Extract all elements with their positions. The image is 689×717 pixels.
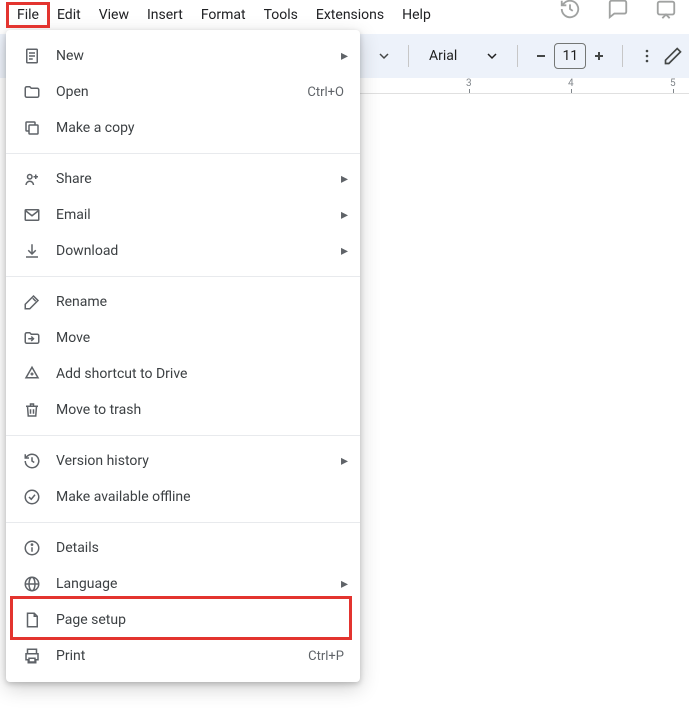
menu-label: Open (56, 84, 307, 100)
file-menu-dropdown: New ▸ Open Ctrl+O Make a copy Share ▸ Em… (6, 30, 360, 682)
menu-item-rename[interactable]: Rename (6, 284, 360, 320)
submenu-arrow-icon: ▸ (341, 576, 348, 592)
font-size-input[interactable]: 11 (554, 43, 586, 69)
menu-item-offline[interactable]: Make available offline (6, 479, 360, 515)
menu-divider (6, 522, 360, 523)
more-button[interactable] (633, 42, 661, 70)
menu-item-share[interactable]: Share ▸ (6, 161, 360, 197)
font-select[interactable]: Arial (419, 42, 507, 70)
menubar-format[interactable]: Format (192, 3, 255, 27)
menu-item-move[interactable]: Move (6, 320, 360, 356)
move-icon (22, 328, 42, 348)
comment-icon[interactable] (607, 0, 629, 20)
menu-item-print[interactable]: Print Ctrl+P (6, 638, 360, 674)
font-size-group: 11 (528, 43, 612, 69)
rename-icon (22, 292, 42, 312)
menu-label: Version history (56, 453, 344, 469)
chevron-down-icon[interactable] (370, 42, 398, 70)
submenu-arrow-icon: ▸ (341, 453, 348, 469)
folder-icon (22, 82, 42, 102)
menubar-view[interactable]: View (90, 3, 138, 27)
menu-divider (6, 153, 360, 154)
menu-label: Move to trash (56, 402, 344, 418)
menu-label: Download (56, 243, 344, 259)
print-icon (22, 646, 42, 666)
menu-divider (6, 276, 360, 277)
menu-label: Make a copy (56, 120, 344, 136)
history-icon (22, 451, 42, 471)
globe-icon (22, 574, 42, 594)
edit-mode-icon[interactable] (663, 46, 683, 66)
menu-item-version-history[interactable]: Version history ▸ (6, 443, 360, 479)
menu-item-details[interactable]: Details (6, 530, 360, 566)
menu-item-add-shortcut[interactable]: Add shortcut to Drive (6, 356, 360, 392)
menu-label: Move (56, 330, 344, 346)
submenu-arrow-icon: ▸ (341, 207, 348, 223)
menu-label: Email (56, 207, 344, 223)
menu-item-download[interactable]: Download ▸ (6, 233, 360, 269)
menu-item-trash[interactable]: Move to trash (6, 392, 360, 428)
ruler-tick: 3 (466, 78, 472, 89)
menu-label: Details (56, 540, 344, 556)
menubar-tools[interactable]: Tools (255, 3, 307, 27)
info-icon (22, 538, 42, 558)
menu-label: Language (56, 576, 344, 592)
present-icon[interactable] (655, 0, 677, 20)
menu-label: Add shortcut to Drive (56, 366, 344, 382)
copy-icon (22, 118, 42, 138)
increase-font-button[interactable] (586, 43, 612, 69)
history-icon[interactable] (559, 0, 581, 20)
ruler-tick: 5 (670, 78, 676, 89)
font-name: Arial (429, 48, 457, 64)
highlight-file-menu (6, 2, 50, 28)
titlebar-icons (559, 0, 677, 20)
menu-label: Make available offline (56, 489, 344, 505)
menu-item-make-copy[interactable]: Make a copy (6, 110, 360, 146)
menu-item-open[interactable]: Open Ctrl+O (6, 74, 360, 110)
chevron-down-icon (487, 51, 497, 61)
menu-item-new[interactable]: New ▸ (6, 38, 360, 74)
menu-shortcut: Ctrl+P (308, 649, 344, 664)
trash-icon (22, 400, 42, 420)
submenu-arrow-icon: ▸ (341, 243, 348, 259)
menu-label: Rename (56, 294, 344, 310)
menubar-extensions[interactable]: Extensions (307, 3, 393, 27)
ruler-tick: 4 (568, 78, 574, 89)
menu-item-email[interactable]: Email ▸ (6, 197, 360, 233)
submenu-arrow-icon: ▸ (341, 171, 348, 187)
submenu-arrow-icon: ▸ (341, 48, 348, 64)
decrease-font-button[interactable] (528, 43, 554, 69)
menubar-insert[interactable]: Insert (138, 3, 192, 27)
doc-icon (22, 46, 42, 66)
menubar-edit[interactable]: Edit (48, 3, 90, 27)
menu-label: Share (56, 171, 344, 187)
offline-icon (22, 487, 42, 507)
drive-shortcut-icon (22, 364, 42, 384)
download-icon (22, 241, 42, 261)
highlight-page-setup (10, 596, 352, 640)
menubar-help[interactable]: Help (393, 3, 440, 27)
menu-label: New (56, 48, 344, 64)
mail-icon (22, 205, 42, 225)
menu-shortcut: Ctrl+O (307, 85, 344, 100)
menu-label: Print (56, 648, 308, 664)
share-icon (22, 169, 42, 189)
menu-divider (6, 435, 360, 436)
